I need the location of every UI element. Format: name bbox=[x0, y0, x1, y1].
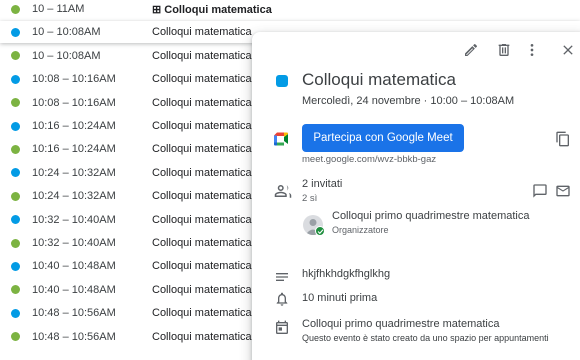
event-color-dot bbox=[11, 261, 20, 271]
edit-icon[interactable] bbox=[461, 40, 481, 60]
event-title-label: Colloqui matematica bbox=[152, 143, 252, 156]
calendar-icon bbox=[274, 320, 290, 336]
event-detail-popup: Colloqui matematica Mercoledì, 24 novemb… bbox=[252, 32, 580, 360]
bell-icon bbox=[274, 291, 290, 307]
event-title-label: Colloqui matematica bbox=[152, 260, 252, 273]
event-title-label: Colloqui matematica bbox=[152, 213, 252, 226]
event-time: 10:24 – 10:32AM bbox=[32, 190, 116, 203]
event-time: 10:08 – 10:16AM bbox=[32, 96, 116, 109]
event-time: 10:40 – 10:48AM bbox=[32, 260, 116, 273]
event-title-label: Colloqui matematica bbox=[152, 120, 252, 132]
event-time: 10:32 – 10:40AM bbox=[32, 213, 116, 226]
event-time: 10 – 10:08AM bbox=[32, 49, 101, 62]
event-color-dot bbox=[11, 168, 20, 178]
join-google-meet-button[interactable]: Partecipa con Google Meet bbox=[302, 124, 464, 152]
copy-icon[interactable] bbox=[555, 131, 571, 147]
event-title-label: Colloqui matematica bbox=[152, 26, 252, 39]
event-title: Colloqui matematica bbox=[302, 70, 457, 89]
event-title-label: Colloqui matematica bbox=[152, 96, 252, 109]
calendar-name: Colloqui primo quadrimestre matematica bbox=[302, 318, 500, 330]
event-time: 10:32 – 10:40AM bbox=[32, 237, 116, 249]
event-time: 10 – 10:08AM bbox=[32, 26, 101, 39]
guests-yes: 2 sì bbox=[302, 193, 318, 204]
event-color-dot bbox=[11, 98, 20, 108]
event-color-dot bbox=[11, 308, 20, 318]
event-color-square bbox=[276, 75, 288, 87]
event-title-label: Colloqui matematica bbox=[152, 283, 252, 296]
event-title-label: ⊞ Colloqui matematica bbox=[152, 4, 272, 16]
close-icon[interactable] bbox=[558, 40, 578, 60]
delete-icon[interactable] bbox=[494, 40, 514, 60]
event-time: 10:08 – 10:16AM bbox=[32, 73, 116, 86]
event-date-time: Mercoledì, 24 novembre · 10:00 – 10:08AM bbox=[302, 95, 515, 107]
event-title-label: Colloqui matematica bbox=[152, 237, 252, 249]
meet-link[interactable]: meet.google.com/wvz-bbkb-gaz bbox=[302, 154, 436, 165]
event-color-dot bbox=[11, 4, 20, 14]
event-time: 10:16 – 10:24AM bbox=[32, 120, 116, 132]
event-color-dot bbox=[11, 285, 20, 295]
event-title-label: Colloqui matematica bbox=[152, 307, 252, 320]
event-color-dot bbox=[11, 74, 20, 84]
organizer-role: Organizzatore bbox=[332, 225, 389, 235]
reminder: 10 minuti prima bbox=[302, 292, 378, 304]
organizer-name[interactable]: Colloqui primo quadrimestre matematica bbox=[332, 210, 529, 222]
event-color-dot bbox=[11, 191, 20, 201]
event-color-dot bbox=[11, 144, 20, 154]
event-title-label: Colloqui matematica bbox=[152, 166, 252, 179]
event-color-dot bbox=[11, 27, 20, 37]
event-title-label: Colloqui matematica bbox=[152, 190, 252, 203]
more-options-icon[interactable] bbox=[522, 40, 542, 60]
calendar-note: Questo evento è stato creato da uno spaz… bbox=[302, 333, 549, 343]
event-description: hkjfhkhdgkfhglkhg bbox=[302, 268, 391, 280]
event-time: 10:24 – 10:32AM bbox=[32, 166, 116, 179]
event-time: 10 – 11AM bbox=[32, 3, 85, 15]
guests-count: 2 invitati bbox=[302, 178, 343, 190]
people-icon bbox=[274, 182, 292, 200]
event-time: 10:48 – 10:56AM bbox=[32, 307, 116, 320]
accepted-check-icon bbox=[315, 226, 325, 236]
schedule-row[interactable]: 10 – 11AM ⊞ Colloqui matematica bbox=[0, 0, 580, 20]
event-color-dot bbox=[11, 238, 20, 248]
google-meet-icon bbox=[274, 132, 288, 146]
event-color-dot bbox=[11, 332, 20, 342]
mail-icon[interactable] bbox=[555, 183, 571, 199]
event-time: 10:40 – 10:48AM bbox=[32, 283, 116, 296]
event-time: 10:16 – 10:24AM bbox=[32, 143, 116, 156]
event-color-dot bbox=[11, 51, 20, 61]
event-time: 10:48 – 10:56AM bbox=[32, 330, 116, 343]
event-title-label: Colloqui matematica bbox=[152, 73, 252, 86]
event-color-dot bbox=[11, 215, 20, 225]
event-color-dot bbox=[11, 121, 20, 131]
event-title-label: Colloqui matematica bbox=[152, 330, 252, 343]
chat-icon[interactable] bbox=[532, 183, 548, 199]
event-title-label: Colloqui matematica bbox=[152, 49, 252, 62]
description-icon bbox=[274, 269, 290, 285]
